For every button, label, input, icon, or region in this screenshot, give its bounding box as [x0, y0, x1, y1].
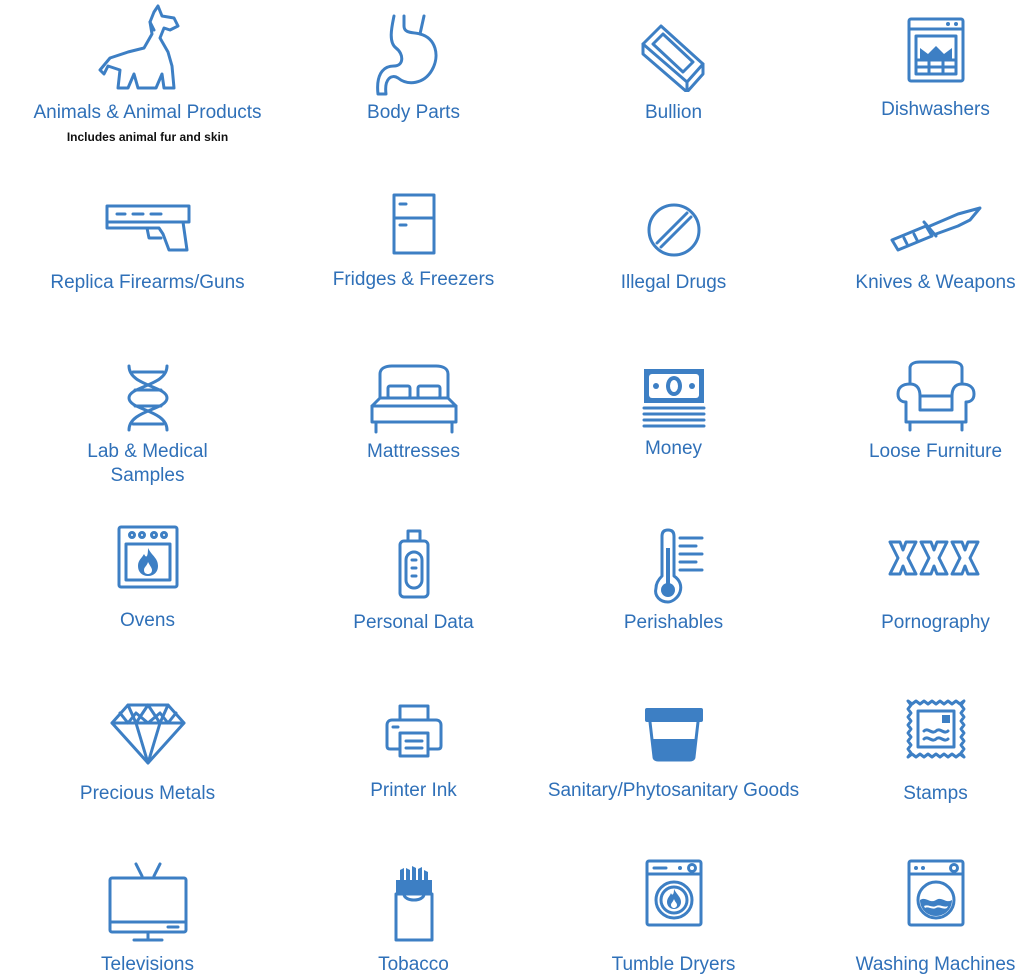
printer-icon: [385, 704, 442, 758]
dna-icon: [127, 364, 168, 432]
knife-icon: [890, 206, 981, 252]
item-dishwashers: Dishwashers: [807, 0, 1028, 150]
item-label: Body Parts: [367, 102, 460, 123]
pill-icon: [647, 203, 700, 257]
item-label: Washing Machines: [855, 954, 1016, 975]
item-illegal-drugs: Illegal Drugs: [545, 190, 802, 300]
item-televisions: Televisions: [19, 858, 276, 975]
item-label: Replica Firearms/Guns: [50, 272, 245, 293]
item-label: Tumble Dryers: [611, 954, 736, 975]
item-label: Stamps: [903, 783, 968, 804]
item-label: Precious Metals: [79, 783, 216, 804]
oven-icon: [117, 525, 178, 589]
bed-icon: [370, 364, 457, 434]
item-label: Lab & Medical Samples: [87, 441, 208, 486]
item-money: Money: [545, 360, 802, 470]
item-label: Money: [644, 438, 703, 459]
stomach-icon: [375, 14, 437, 96]
item-label: Animals & Animal Products: [33, 102, 262, 123]
item-animals: Animals & Animal Products Includes anima…: [19, 0, 276, 150]
item-lab-samples: Lab & Medical Samples: [19, 360, 276, 490]
item-mattresses: Mattresses: [285, 360, 542, 470]
stamp-icon: [906, 699, 965, 759]
item-printer-ink: Printer Ink: [285, 693, 542, 803]
item-label: Televisions: [101, 954, 194, 975]
item-loose-furniture: Loose Furniture: [807, 360, 1028, 470]
dishwasher-icon: [907, 17, 964, 83]
washing-machine-icon: [907, 859, 964, 927]
fridge-icon: [392, 193, 435, 255]
item-precious-metals: Precious Metals: [19, 693, 276, 804]
item-label: Knives & Weapons: [855, 272, 1016, 293]
item-label: Printer Ink: [370, 780, 457, 801]
cigarettes-icon: [394, 866, 433, 942]
item-label: Pornography: [881, 612, 990, 633]
item-tumble-dryers: Tumble Dryers: [545, 858, 802, 975]
item-label: Loose Furniture: [868, 441, 1003, 462]
item-label: Dishwashers: [881, 99, 990, 120]
gold-bar-icon: [641, 24, 704, 92]
item-pornography: Pornography: [807, 522, 1028, 633]
dog-icon: [98, 4, 179, 90]
armchair-icon: [896, 360, 975, 432]
item-label: Bullion: [644, 102, 703, 123]
gun-icon: [105, 204, 190, 252]
item-washing-machines: Washing Machines: [807, 858, 1028, 975]
item-label: Perishables: [623, 612, 724, 633]
item-replica-firearms: Replica Firearms/Guns: [19, 190, 276, 300]
container-icon: [644, 708, 703, 762]
item-fridges: Fridges & Freezers: [285, 190, 542, 300]
xxx-icon: [888, 540, 979, 576]
item-sanitary-goods: Sanitary/Phytosanitary Goods: [545, 693, 802, 823]
item-label: Fridges & Freezers: [332, 269, 495, 290]
item-body-parts: Body Parts: [285, 0, 542, 150]
item-label: Mattresses: [367, 441, 460, 462]
diamond-icon: [110, 703, 185, 765]
item-label: Tobacco: [378, 954, 449, 975]
tumble-dryer-icon: [645, 859, 702, 927]
item-note: Includes animal fur and skin: [66, 130, 229, 144]
item-label: Ovens: [120, 610, 175, 631]
item-bullion: Bullion: [545, 0, 802, 150]
television-icon: [108, 862, 187, 942]
item-tobacco: Tobacco: [285, 858, 542, 975]
item-label: Illegal Drugs: [620, 272, 727, 293]
item-personal-data: Personal Data: [285, 522, 542, 633]
thermometer-icon: [653, 528, 703, 604]
item-ovens: Ovens: [19, 522, 276, 632]
item-label: Personal Data: [353, 612, 474, 633]
item-perishables: Perishables: [545, 522, 802, 633]
item-stamps: Stamps: [807, 693, 1028, 804]
banknotes-icon: [642, 369, 705, 428]
item-label: Sanitary/Phytosanitary Goods: [547, 780, 800, 801]
usb-drive-icon: [398, 529, 429, 599]
item-knives: Knives & Weapons: [807, 190, 1028, 300]
